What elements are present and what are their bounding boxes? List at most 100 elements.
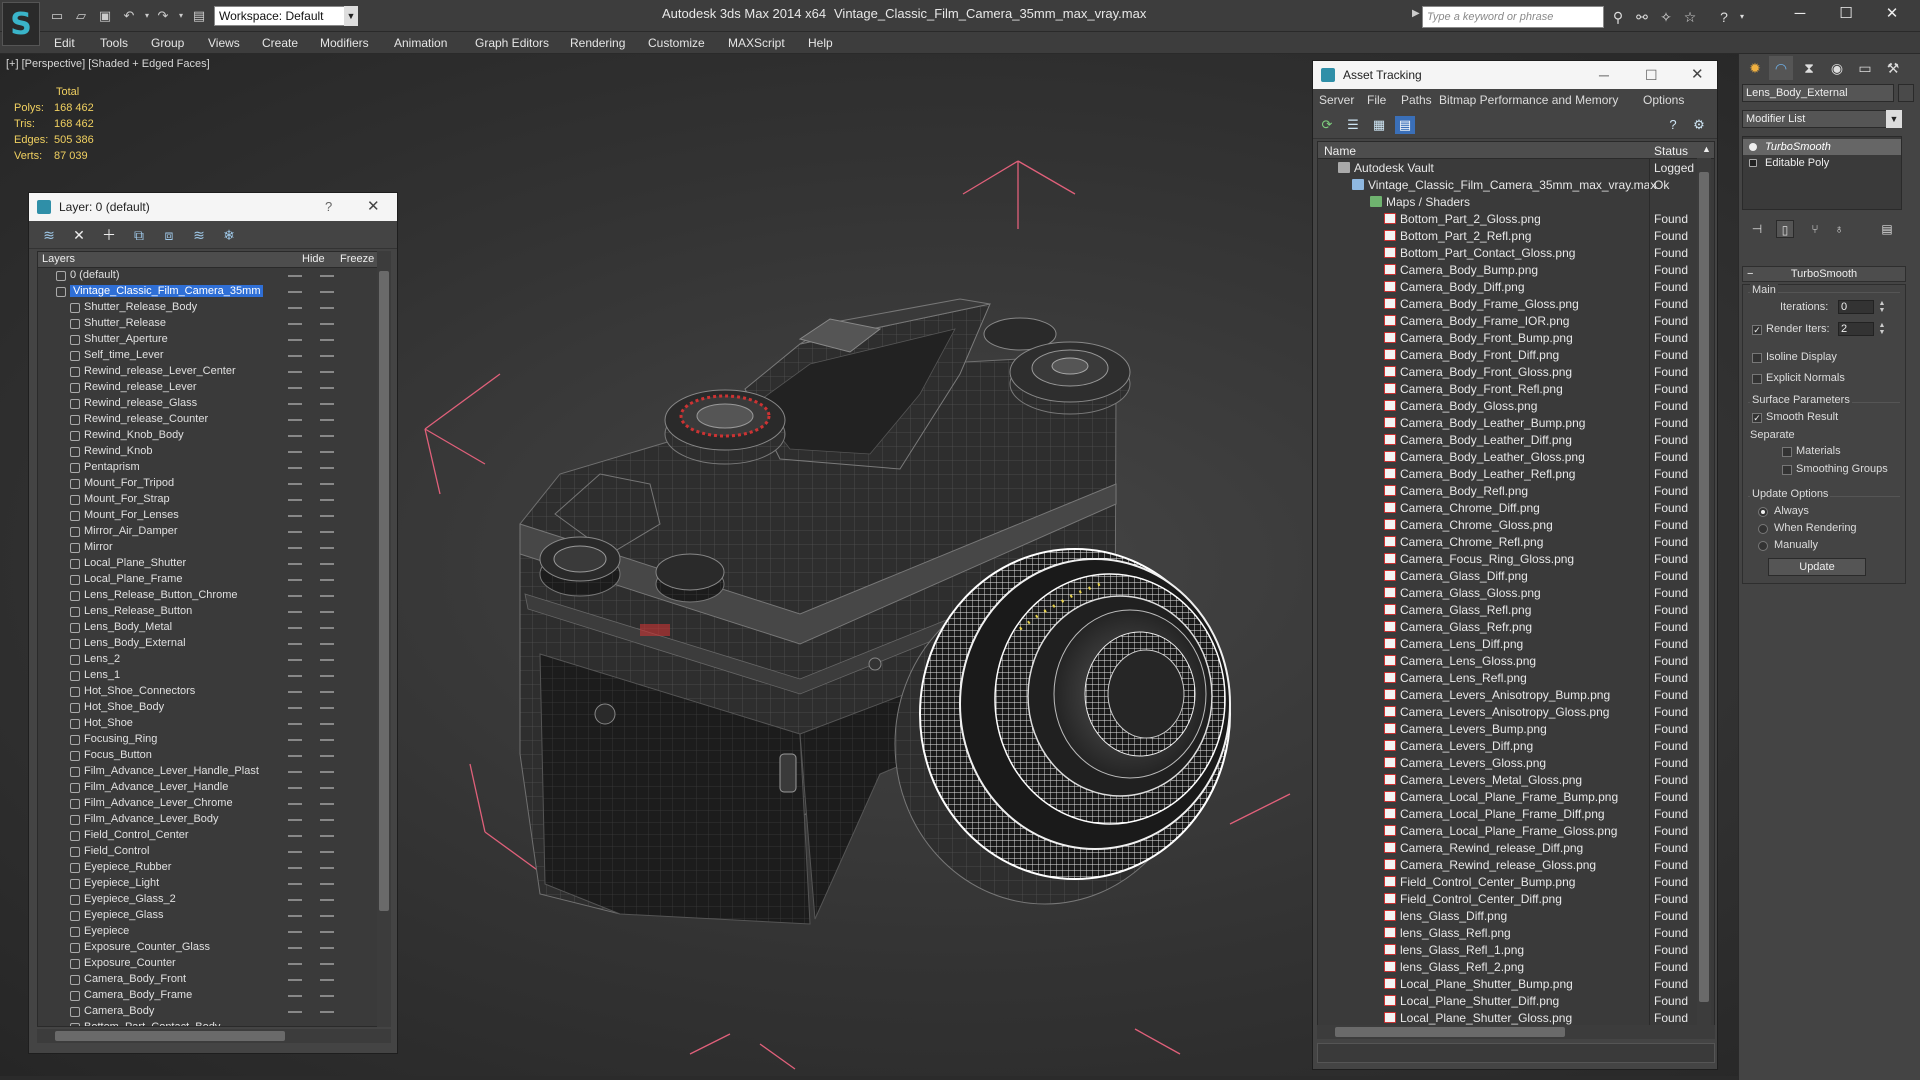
asset-row[interactable]: Camera_Local_Plane_Frame_Bump.png Found (1318, 788, 1714, 805)
hide-toggle[interactable] (288, 675, 302, 677)
hide-toggle[interactable] (288, 579, 302, 581)
asset-row[interactable]: Field_Control_Center_Bump.png Found (1318, 873, 1714, 890)
refresh-icon[interactable]: ⟳ (1317, 116, 1337, 134)
workspace-dropdown[interactable]: Workspace: Default (214, 6, 358, 26)
explicit-normals-checkbox[interactable] (1752, 374, 1762, 384)
layer-row[interactable]: Lens_Body_Metal (38, 620, 390, 636)
asset-row[interactable]: lens_Glass_Refl_2.png Found (1318, 958, 1714, 975)
hide-toggle[interactable] (288, 947, 302, 949)
manually-radio[interactable] (1758, 541, 1768, 551)
scroll-thumb[interactable] (55, 1031, 285, 1041)
layer-row[interactable]: Rewind_release_Lever (38, 380, 390, 396)
asset-row[interactable]: Local_Plane_Shutter_Gloss.png Found (1318, 1009, 1714, 1026)
hierarchy-tab-icon[interactable]: ⧗ (1797, 56, 1821, 80)
freeze-toggle[interactable] (320, 819, 334, 821)
menu-maxscript[interactable]: MAXScript (728, 36, 785, 50)
freeze-toggle[interactable] (320, 563, 334, 565)
chevron-down-icon[interactable]: ▼ (344, 6, 358, 26)
layer-row[interactable]: Rewind_release_Glass (38, 396, 390, 412)
layer-row[interactable]: Focusing_Ring (38, 732, 390, 748)
layer-list[interactable]: Layers Hide Freeze 0 (default) Vintage_Cl… (37, 251, 391, 1027)
redo-dropdown-icon[interactable]: ▾ (172, 7, 190, 25)
hide-toggle[interactable] (288, 547, 302, 549)
hide-toggle[interactable] (288, 387, 302, 389)
layer-row[interactable]: Field_Control_Center (38, 828, 390, 844)
freeze-toggle[interactable] (320, 355, 334, 357)
hide-all-icon[interactable]: ≋ (189, 226, 209, 244)
hide-toggle[interactable] (288, 787, 302, 789)
scroll-thumb[interactable] (379, 271, 389, 911)
hide-toggle[interactable] (288, 739, 302, 741)
asset-row[interactable]: Camera_Glass_Gloss.png Found (1318, 584, 1714, 601)
asset-menu-options[interactable]: Options (1643, 93, 1684, 107)
settings-icon[interactable]: ⚙ (1689, 116, 1709, 134)
asset-row[interactable]: Camera_Body_Leather_Diff.png Found (1318, 431, 1714, 448)
hide-toggle[interactable] (288, 275, 302, 277)
hide-toggle[interactable] (288, 931, 302, 933)
utilities-tab-icon[interactable]: ⚒ (1881, 56, 1905, 80)
asset-row[interactable]: lens_Glass_Refl_1.png Found (1318, 941, 1714, 958)
menu-tools[interactable]: Tools (100, 36, 128, 50)
freeze-toggle[interactable] (320, 883, 334, 885)
column-name[interactable]: Name (1324, 144, 1356, 158)
freeze-toggle[interactable] (320, 755, 334, 757)
freeze-toggle[interactable] (320, 931, 334, 933)
highlight-layer-icon[interactable]: ⧈ (159, 226, 179, 244)
freeze-toggle[interactable] (320, 547, 334, 549)
layer-row[interactable]: Shutter_Release_Body (38, 300, 390, 316)
freeze-toggle[interactable] (320, 707, 334, 709)
freeze-toggle[interactable] (320, 771, 334, 773)
viewport-label[interactable]: [+] [Perspective] [Shaded + Edged Faces] (6, 58, 210, 70)
freeze-toggle[interactable] (320, 659, 334, 661)
layer-row[interactable]: Mount_For_Strap (38, 492, 390, 508)
minimize-icon[interactable]: ─ (1780, 2, 1820, 26)
freeze-toggle[interactable] (320, 675, 334, 677)
asset-menu-file[interactable]: File (1367, 93, 1386, 107)
asset-row-vault[interactable]: Autodesk Vault Logged (1318, 159, 1714, 176)
asset-row[interactable]: Camera_Body_Bump.png Found (1318, 261, 1714, 278)
asset-row[interactable]: Camera_Chrome_Diff.png Found (1318, 499, 1714, 516)
hide-toggle[interactable] (288, 883, 302, 885)
freeze-toggle[interactable] (320, 467, 334, 469)
menu-help[interactable]: Help (808, 36, 833, 50)
hide-toggle[interactable] (288, 291, 302, 293)
layer-row[interactable]: Rewind_Knob_Body (38, 428, 390, 444)
layer-panel-titlebar[interactable]: Layer: 0 (default) ? ✕ (29, 193, 397, 221)
layer-row[interactable]: Eyepiece_Glass_2 (38, 892, 390, 908)
search-expand-icon[interactable]: ▶ (1412, 8, 1420, 19)
freeze-toggle[interactable] (320, 963, 334, 965)
hide-toggle[interactable] (288, 803, 302, 805)
layer-row[interactable]: Hot_Shoe_Connectors (38, 684, 390, 700)
hide-toggle[interactable] (288, 851, 302, 853)
hide-toggle[interactable] (288, 627, 302, 629)
freeze-toggle[interactable] (320, 947, 334, 949)
layer-row[interactable]: Eyepiece_Light (38, 876, 390, 892)
modifier-stack[interactable]: TurboSmooth Editable Poly (1742, 136, 1902, 210)
list-view-icon[interactable]: ☰ (1343, 116, 1363, 134)
asset-row[interactable]: Camera_Lens_Diff.png Found (1318, 635, 1714, 652)
hide-toggle[interactable] (288, 771, 302, 773)
freeze-toggle[interactable] (320, 627, 334, 629)
hide-toggle[interactable] (288, 467, 302, 469)
column-status[interactable]: Status (1654, 144, 1688, 158)
asset-row[interactable]: lens_Glass_Refl.png Found (1318, 924, 1714, 941)
asset-row[interactable]: Camera_Body_Leather_Bump.png Found (1318, 414, 1714, 431)
asset-row[interactable]: Camera_Levers_Gloss.png Found (1318, 754, 1714, 771)
save-file-icon[interactable]: ▣ (96, 7, 114, 25)
asset-row[interactable]: Camera_Body_Front_Gloss.png Found (1318, 363, 1714, 380)
asset-row[interactable]: Local_Plane_Shutter_Diff.png Found (1318, 992, 1714, 1009)
redo-icon[interactable]: ↷ (154, 7, 172, 25)
asset-row[interactable]: Camera_Levers_Diff.png Found (1318, 737, 1714, 754)
subscription-icon[interactable]: ⚯ (1632, 7, 1652, 27)
layer-row[interactable]: Local_Plane_Frame (38, 572, 390, 588)
menu-group[interactable]: Group (151, 36, 184, 50)
menu-customize[interactable]: Customize (648, 36, 705, 50)
layer-horizontal-scrollbar[interactable] (37, 1029, 391, 1043)
hide-toggle[interactable] (288, 339, 302, 341)
asset-row[interactable]: Camera_Body_Frame_Gloss.png Found (1318, 295, 1714, 312)
asset-row[interactable]: Bottom_Part_2_Gloss.png Found (1318, 210, 1714, 227)
layer-row[interactable]: Lens_Release_Button (38, 604, 390, 620)
asset-row[interactable]: Camera_Body_Front_Diff.png Found (1318, 346, 1714, 363)
layer-row[interactable]: Mirror_Air_Damper (38, 524, 390, 540)
asset-list[interactable]: Name Status ▲ Autodesk Vault Logged Vint… (1317, 141, 1715, 1027)
